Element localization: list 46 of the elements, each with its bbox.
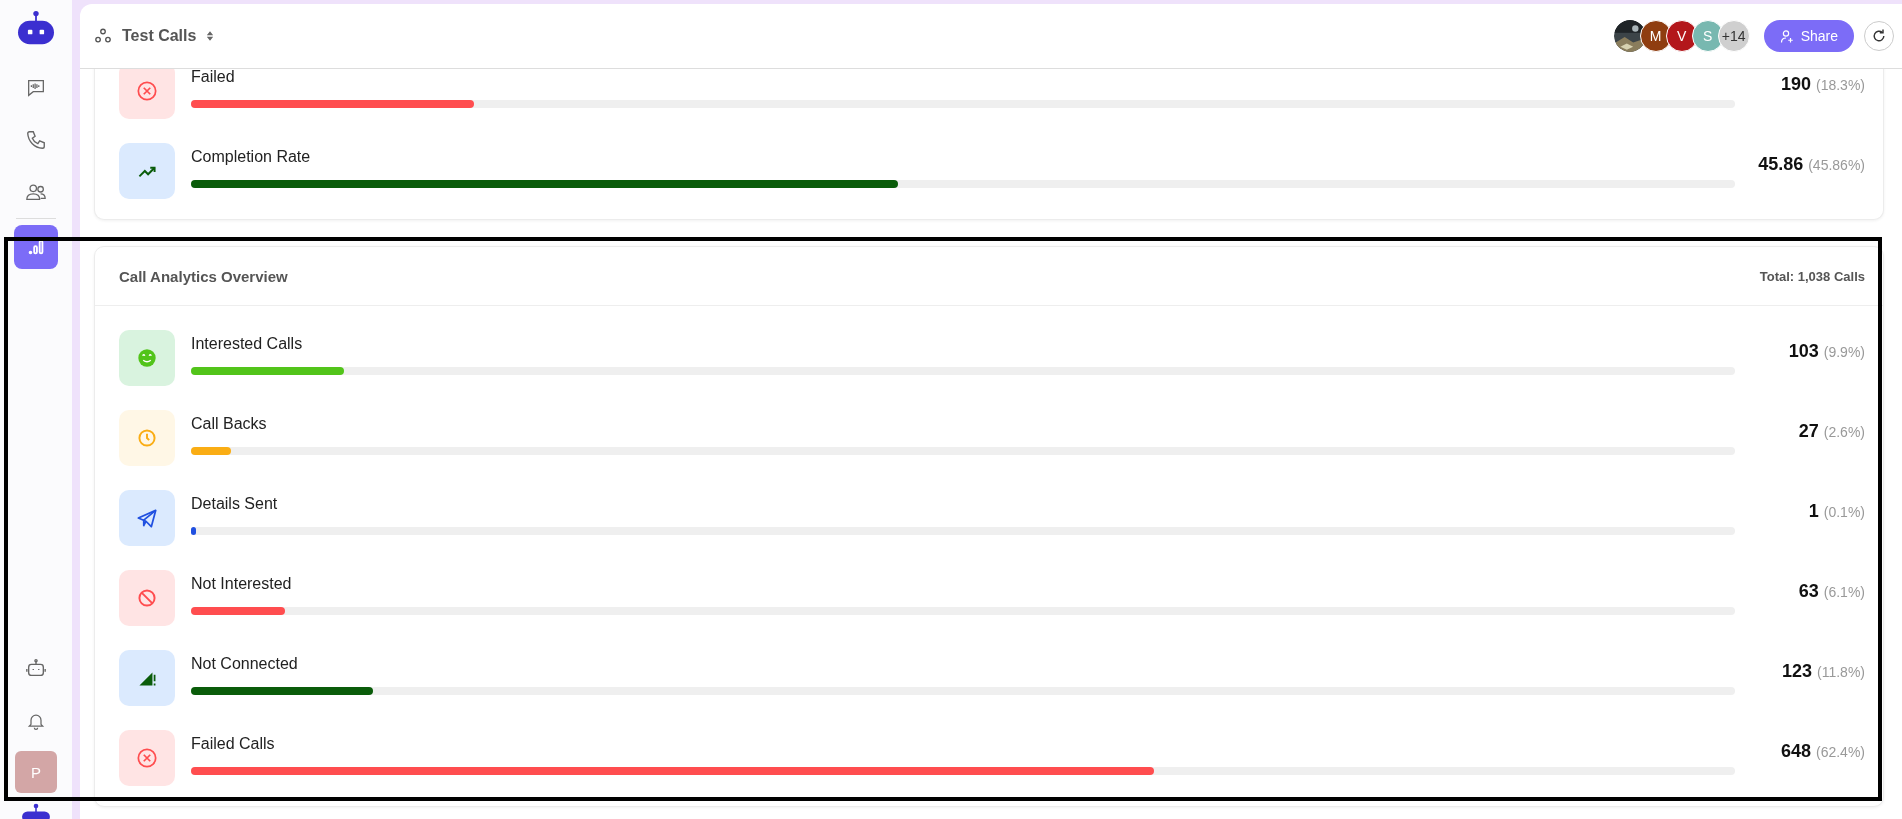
workspace-icon <box>94 27 112 45</box>
share-button[interactable]: Share <box>1763 20 1854 52</box>
metric-count: 63 <box>1798 580 1819 602</box>
metric-label: Not Connected <box>191 655 298 673</box>
metric-count: 27 <box>1798 420 1819 442</box>
metric-count: 648 <box>1780 740 1811 762</box>
sort-caret-icon[interactable] <box>206 30 215 42</box>
paper-plane-icon <box>119 490 175 546</box>
phone-icon <box>25 129 47 151</box>
metric-percent: (62.4%) <box>1815 743 1865 760</box>
metric-percent: (6.1%) <box>1823 583 1865 600</box>
robot-logo-icon <box>19 803 53 819</box>
metric-count: 45.86 <box>1758 153 1804 175</box>
user-avatar: +14 <box>1717 20 1750 52</box>
refresh-button[interactable] <box>1864 21 1894 51</box>
clock-icon <box>119 410 175 466</box>
smile-icon <box>119 330 175 386</box>
metric-label: Not Interested <box>191 575 292 593</box>
metric-label: Details Sent <box>191 495 278 513</box>
metric-count: 123 <box>1781 660 1812 682</box>
metric-count: 1 <box>1808 500 1819 522</box>
metric-label: Failed <box>191 69 235 86</box>
sidebar-item[interactable] <box>14 225 58 269</box>
metric-percent: (11.8%) <box>1817 663 1865 680</box>
metric-count: 103 <box>1788 340 1819 362</box>
total-calls: Total: 1,038 Calls <box>1759 268 1865 284</box>
metric-label: Call Backs <box>191 415 267 433</box>
signal-warning-icon <box>119 650 175 706</box>
metric-percent: (9.9%) <box>1823 343 1865 360</box>
project-title[interactable]: Test Calls <box>122 27 197 45</box>
metric-label: Interested Calls <box>191 335 303 353</box>
metric-label: Completion Rate <box>191 148 311 166</box>
metric-percent: (0.1%) <box>1823 503 1865 520</box>
chat-waveform-icon <box>25 77 47 99</box>
metric-percent: (45.86%) <box>1808 156 1865 173</box>
ban-icon <box>119 570 175 626</box>
metric-label: Failed Calls <box>191 735 275 753</box>
trend-up-icon <box>119 143 175 199</box>
metric-percent: (2.6%) <box>1823 423 1865 440</box>
user-avatar[interactable]: P <box>15 751 57 793</box>
metric-count: 190 <box>1780 73 1811 95</box>
add-user-icon <box>1779 28 1795 44</box>
card-title: Call Analytics Overview <box>119 267 288 285</box>
robot-logo-icon[interactable] <box>16 10 56 46</box>
metric-percent: (18.3%) <box>1815 76 1865 93</box>
refresh-icon <box>1871 28 1887 44</box>
